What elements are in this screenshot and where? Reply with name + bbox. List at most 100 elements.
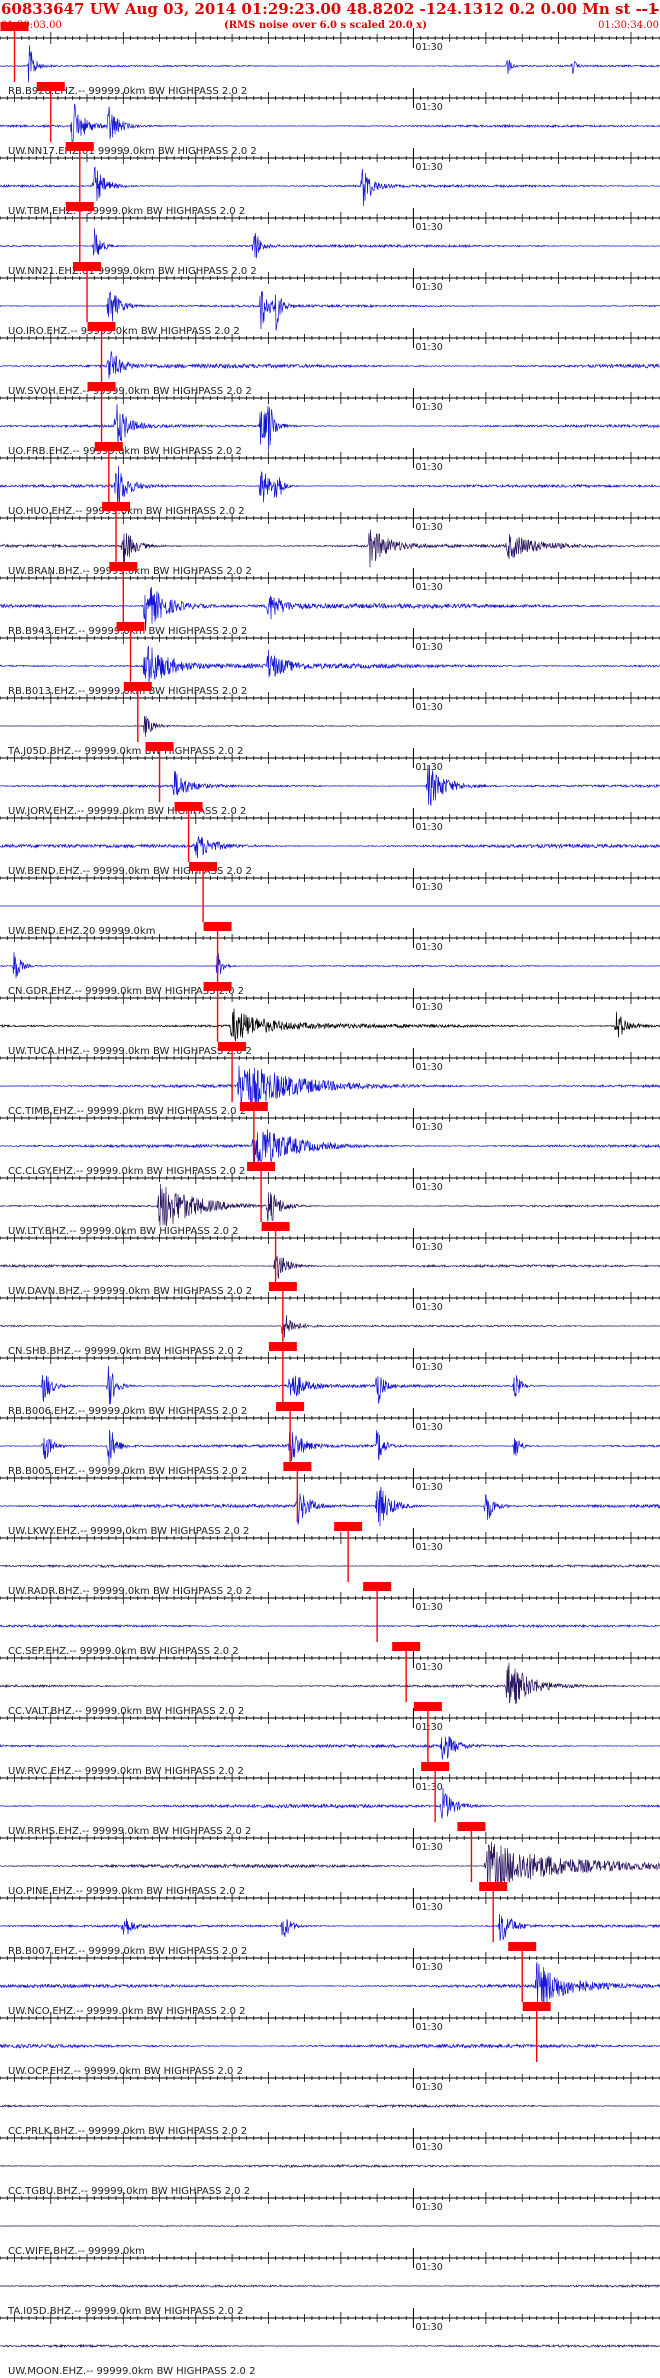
station-label: CC.CLGY.EHZ.-- 99999.0km BW HIGHPASS 2.0…: [8, 1166, 245, 1177]
station-label: RB.B006.EHZ.-- 99999.0km BW HIGHPASS 2.0…: [8, 1406, 247, 1417]
minute-label: 01:30: [415, 2262, 442, 2273]
pick-flag: [189, 862, 218, 871]
station-label: UW.NN21.EHZ.01 99999.0km BW HIGHPASS 2.0…: [8, 266, 257, 277]
station-label: CC.TIMB.EHZ.-- 99999.0km BW HIGHPASS 2.0…: [8, 1106, 246, 1117]
pick-flag: [73, 262, 102, 271]
pick-flag: [65, 142, 94, 151]
station-label: UW.BEND.EHZ.20 99999.0km: [8, 926, 155, 937]
waveform: [0, 1129, 660, 1168]
waveform: [0, 228, 660, 259]
pick-flag: [0, 22, 29, 31]
station-label: CC.WIFE.BHZ.-- 99999.0km: [8, 2246, 145, 2257]
pick-flag: [87, 382, 116, 391]
minute-label: 01:30: [415, 1362, 442, 1373]
pick-flag: [457, 1822, 486, 1831]
minute-label: 01:30: [415, 402, 442, 413]
pick-flag: [36, 82, 65, 91]
minute-label: 01:30: [415, 822, 442, 833]
pick-flag: [522, 2002, 551, 2011]
pick-flag: [109, 562, 138, 571]
station-label: CC.VALT.BHZ.-- 99999.0km BW HIGHPASS 2.0…: [8, 1706, 244, 1717]
waveform: [0, 836, 660, 859]
waveform: [0, 1623, 660, 1629]
pick-flag: [392, 1642, 421, 1651]
station-label: UW.MOON.EHZ.-- 99999.0km BW HIGHPASS 2.0…: [8, 2366, 255, 2377]
pick-flag: [247, 1162, 276, 1171]
station-label: UW.TUCA.HHZ.-- 99999.0km BW HIGHPASS 2.0…: [8, 1046, 252, 1057]
minute-label: 01:30: [415, 1062, 442, 1073]
minute-label: 01:30: [415, 942, 442, 953]
minute-label: 01:30: [415, 222, 442, 233]
trace-0: 01:30RB.B928.EHZ.-- 99999.0km BW HIGHPAS…: [0, 22, 660, 97]
pick-flag: [479, 1882, 508, 1891]
trace-36: 01:30 CC.WIFE.BHZ.-- 99999.0km: [0, 2188, 660, 2257]
waveform: [0, 1736, 660, 1760]
pick-flag: [174, 802, 203, 811]
pick-flag: [203, 982, 232, 991]
minute-label: 01:30: [415, 582, 442, 593]
minute-label: 01:30: [415, 2322, 442, 2333]
waveform: [0, 1315, 660, 1338]
minute-label: 01:30: [415, 1122, 442, 1133]
station-label: UW.LKWY.EHZ.-- 99999.0km BW HIGHPASS 2.0…: [8, 1526, 249, 1537]
station-label: UW.RRHS.EHZ.-- 99999.0km BW HIGHPASS 2.0…: [8, 1826, 251, 1837]
minute-label: 01:30: [415, 1422, 442, 1433]
station-label: UW.RADR.BHZ.-- 99999.0km BW HIGHPASS 2.0…: [8, 1586, 252, 1597]
station-label: UW.NN17.EHZ.01 99999.0km BW HIGHPASS 2.0…: [8, 146, 257, 157]
pick-flag: [123, 682, 152, 691]
pick-flag: [65, 202, 94, 211]
waveform: [0, 1913, 660, 1942]
waveform: [0, 715, 660, 737]
station-label: TA.I05D.BHZ.-- 99999.0km BW HIGHPASS 2.0…: [7, 2306, 243, 2317]
station-label: UW.SVOH.EHZ.-- 99999.0km BW HIGHPASS 2.0…: [8, 386, 252, 397]
minute-label: 01:30: [415, 702, 442, 713]
waveform: [0, 465, 660, 504]
minute-label: 01:30: [415, 1542, 442, 1553]
waveform: [0, 103, 660, 144]
minute-label: 01:30: [415, 2022, 442, 2033]
waveform: [0, 2224, 660, 2228]
minute-label: 01:30: [415, 282, 442, 293]
waveform: [0, 351, 660, 379]
waveform: [0, 952, 660, 979]
minute-label: 01:30: [415, 2202, 442, 2213]
minute-label: 01:30: [415, 1962, 442, 1973]
pick-flag: [102, 502, 131, 511]
station-label: CC.PRLK.BHZ.-- 99999.0km BW HIGHPASS 2.0…: [8, 2126, 247, 2137]
waveform: [0, 1256, 660, 1279]
pick-flag: [94, 442, 123, 451]
minute-label: 01:30: [415, 522, 442, 533]
pick-flag: [261, 1222, 290, 1231]
pick-flag: [508, 1942, 537, 1951]
minute-label: 01:30: [415, 1242, 442, 1253]
pick-flag: [413, 1702, 442, 1711]
minute-label: 01:30: [415, 1842, 442, 1853]
waveform: [0, 1484, 660, 1527]
station-label: CN.SHB.BHZ.-- 99999.0km BW HIGHPASS 2.0 …: [8, 1346, 243, 1357]
minute-label: 01:30: [415, 1002, 442, 1013]
waveform: [0, 1184, 660, 1227]
minute-label: 01:30: [415, 642, 442, 653]
pick-flag: [268, 1282, 297, 1291]
waveform: [0, 1787, 660, 1819]
minute-label: 01:30: [415, 1782, 442, 1793]
station-label: UW.RVC.EHZ.-- 99999.0km BW HIGHPASS 2.0 …: [8, 1766, 244, 1777]
station-label: TA.J05D.BHZ.-- 99999.0km BW HIGHPASS 2.0…: [7, 746, 243, 757]
station-label: UW.OCP.EHZ.-- 99999.0km BW HIGHPASS 2.0 …: [8, 2066, 243, 2077]
waveform: [0, 1365, 660, 1405]
minute-label: 01:30: [415, 462, 442, 473]
pick-flag: [421, 1762, 450, 1771]
minute-label: 01:30: [415, 342, 442, 353]
station-label: UO.PINE.EHZ.-- 99999.0km BW HIGHPASS 2.0…: [8, 1886, 245, 1897]
waveform: [0, 586, 660, 632]
waveform: [0, 2283, 660, 2289]
station-label: CC.TGBU.BHZ.-- 99999.0km BW HIGHPASS 2.0…: [8, 2186, 250, 2197]
station-label: RB.B007.EHZ.-- 99999.0km BW HIGHPASS 2.0…: [8, 1946, 247, 1957]
trace-38: 01:30 UW.MOON.EHZ.-- 99999.0km BW HIGHPAS…: [0, 2308, 660, 2377]
minute-label: 01:30: [415, 102, 442, 113]
minute-label: 01:30: [415, 1302, 442, 1313]
minute-label: 01:30: [415, 42, 442, 53]
pick-flag: [276, 1402, 305, 1411]
waveform: [0, 645, 660, 684]
station-label: UW.DAVN.BHZ.-- 99999.0km BW HIGHPASS 2.0…: [8, 1286, 252, 1297]
